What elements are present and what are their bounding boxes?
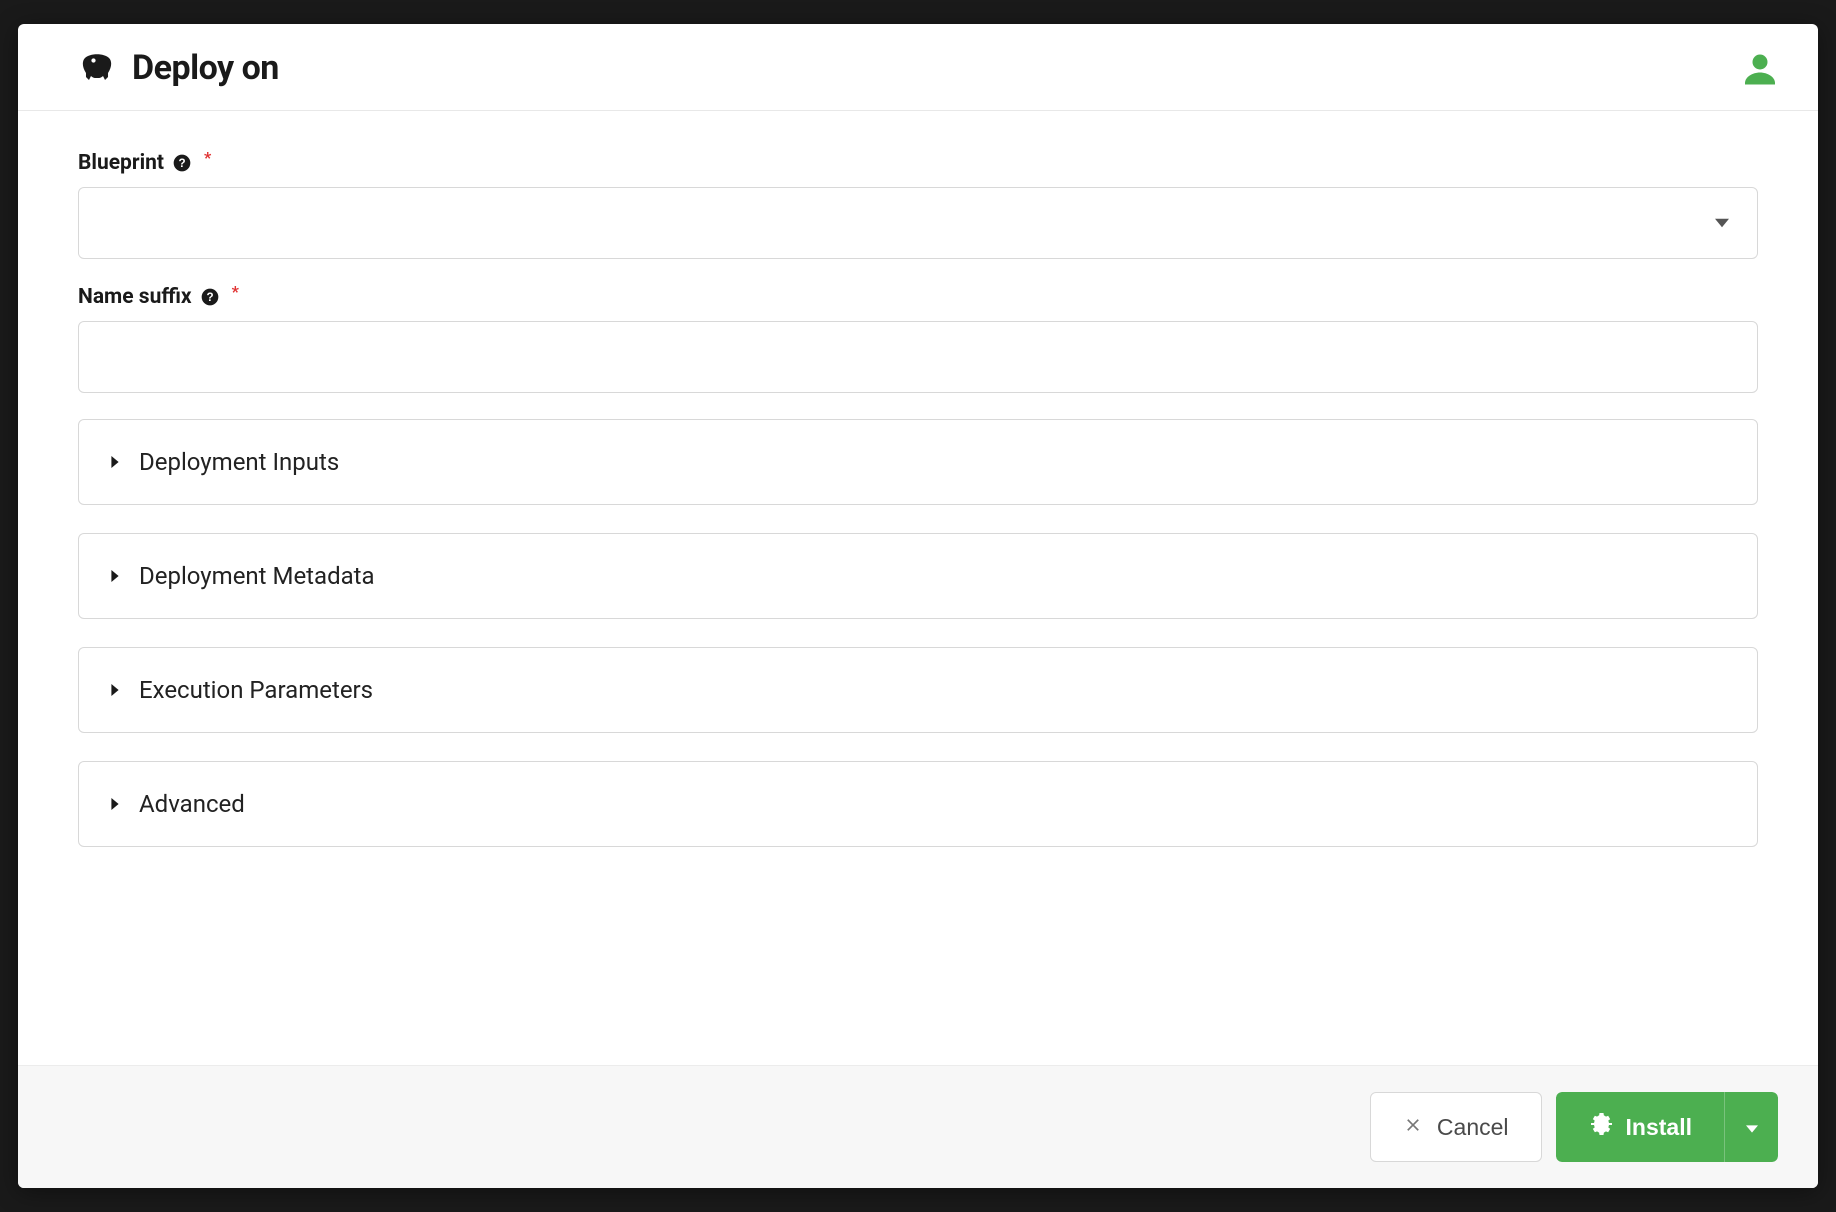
blueprint-field-group: Blueprint ? * (78, 151, 1758, 259)
caret-right-icon (109, 798, 121, 810)
accordion-title: Deployment Metadata (139, 562, 375, 590)
modal-footer: Cancel Install (18, 1065, 1818, 1188)
accordion-title: Deployment Inputs (139, 448, 339, 476)
cancel-button-label: Cancel (1437, 1114, 1509, 1141)
blueprint-label-row: Blueprint ? * (78, 151, 1758, 175)
modal-title-wrap: Deploy on (78, 48, 279, 88)
accordion-deployment-metadata[interactable]: Deployment Metadata (78, 533, 1758, 619)
required-indicator: * (232, 282, 239, 301)
install-button[interactable]: Install (1556, 1092, 1724, 1162)
help-icon[interactable]: ? (200, 287, 220, 307)
required-indicator: * (204, 148, 211, 167)
modal-header: Deploy on (18, 24, 1818, 111)
accordion-title: Advanced (139, 790, 245, 818)
accordion-advanced[interactable]: Advanced (78, 761, 1758, 847)
modal-title: Deploy on (132, 48, 279, 88)
caret-right-icon (109, 684, 121, 696)
rocket-icon (78, 51, 112, 85)
caret-right-icon (109, 570, 121, 582)
deploy-modal: Deploy on Blueprint ? * Name (18, 24, 1818, 1188)
blueprint-select[interactable] (78, 187, 1758, 259)
svg-text:?: ? (206, 291, 213, 304)
caret-right-icon (109, 456, 121, 468)
name-suffix-field-group: Name suffix ? * (78, 285, 1758, 393)
help-icon[interactable]: ? (172, 153, 192, 173)
blueprint-label: Blueprint (78, 151, 164, 175)
modal-body: Blueprint ? * Name suffix ? * (18, 111, 1818, 1065)
install-button-label: Install (1626, 1114, 1692, 1141)
name-suffix-label: Name suffix (78, 285, 192, 309)
svg-text:?: ? (178, 157, 185, 170)
accordion-title: Execution Parameters (139, 676, 373, 704)
accordion-execution-parameters[interactable]: Execution Parameters (78, 647, 1758, 733)
cancel-button[interactable]: Cancel (1370, 1092, 1542, 1162)
cogs-icon (1588, 1112, 1612, 1142)
install-dropdown-button[interactable] (1724, 1092, 1778, 1162)
caret-down-icon (1715, 216, 1729, 230)
install-button-group: Install (1556, 1092, 1778, 1162)
user-icon[interactable] (1742, 50, 1778, 86)
close-icon (1403, 1114, 1423, 1141)
accordion-deployment-inputs[interactable]: Deployment Inputs (78, 419, 1758, 505)
caret-down-icon (1746, 1114, 1758, 1141)
name-suffix-input[interactable] (78, 321, 1758, 393)
name-suffix-label-row: Name suffix ? * (78, 285, 1758, 309)
